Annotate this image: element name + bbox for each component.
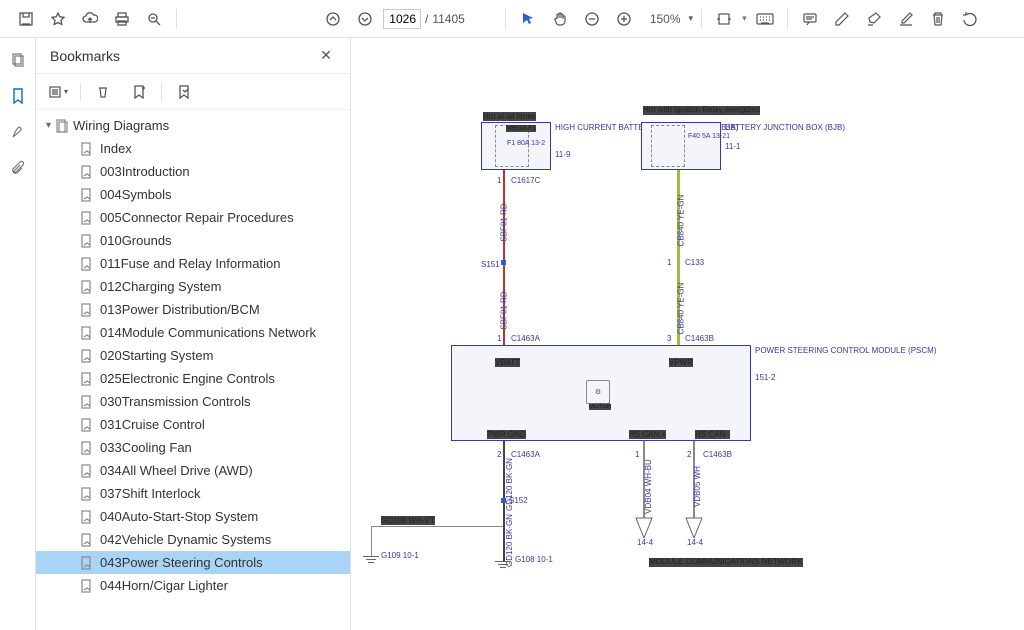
hand-icon[interactable] [546,5,574,33]
trash-icon[interactable] [924,5,952,33]
separator [701,9,702,29]
expand-icon[interactable]: ▾ [44,78,72,106]
cloud-upload-icon[interactable] [76,5,104,33]
bookmark-item[interactable]: 033Cooling Fan [36,436,350,459]
keyboard-icon[interactable] [751,5,779,33]
bookmark-item[interactable]: 043Power Steering Controls [36,551,350,574]
pages-panel-icon[interactable] [8,50,28,70]
sign-icon[interactable] [892,5,920,33]
bookmark-item[interactable]: 040Auto-Start-Stop System [36,505,350,528]
arrow-icon [685,516,703,538]
toolbar: / 11405 150% ▾ ▾ [0,0,1024,38]
comment-icon[interactable] [796,5,824,33]
pencil-icon[interactable] [828,5,856,33]
motor-icon: ⚙ [586,380,610,404]
bookmark-item[interactable]: 044Horn/Cigar Lighter [36,574,350,597]
zoom-in-icon[interactable] [610,5,638,33]
arrow-icon [635,516,653,538]
bookmark-item[interactable]: 037Shift Interlock [36,482,350,505]
annotations-panel-icon[interactable] [8,122,28,142]
bookmark-item[interactable]: 003Introduction [36,160,350,183]
chevron-down-icon[interactable]: ▾ [742,13,747,24]
bookmark-root[interactable]: ▾ Wiring Diagrams [36,114,350,137]
separator [505,9,506,29]
print-icon[interactable] [108,5,136,33]
bookmark-item[interactable]: 005Connector Repair Procedures [36,206,350,229]
left-rail [0,38,36,630]
bookmark-item[interactable]: 010Grounds [36,229,350,252]
bookmark-item[interactable]: 004Symbols [36,183,350,206]
highlight-icon[interactable] [860,5,888,33]
bookmark-item[interactable]: 031Cruise Control [36,413,350,436]
main: Bookmarks ✕ ▾ ▾ Wiring DiagramsIndex003I… [0,38,1024,630]
document-viewer[interactable]: Hot at all times MEGA F1 F1 80A 13-2 HIG… [351,38,1024,630]
pointer-icon[interactable] [514,5,542,33]
page-indicator: / 11405 [383,9,465,29]
bookmark-item[interactable]: 025Electronic Engine Controls [36,367,350,390]
page-up-icon[interactable] [319,5,347,33]
bookmarks-tools: ▾ [36,74,350,110]
bookmark-item[interactable]: Index [36,137,350,160]
bookmark-item[interactable]: 034All Wheel Drive (AWD) [36,459,350,482]
bookmark-item[interactable]: 042Vehicle Dynamic Systems [36,528,350,551]
bookmarks-title: Bookmarks [50,48,120,64]
bookmarks-header: Bookmarks ✕ [36,38,350,74]
bookmarks-panel: Bookmarks ✕ ▾ ▾ Wiring DiagramsIndex003I… [36,38,351,630]
bookmark-item[interactable]: 014Module Communications Network [36,321,350,344]
bookmarks-panel-icon[interactable] [8,86,28,106]
chevron-down-icon: ▾ [689,13,694,24]
bookmark-item[interactable]: 011Fuse and Relay Information [36,252,350,275]
delete-bookmark-icon[interactable] [89,78,117,106]
separator [787,9,788,29]
bookmark-item[interactable]: 030Transmission Controls [36,390,350,413]
page-total: 11405 [432,12,464,26]
fit-width-icon[interactable] [710,5,738,33]
close-icon[interactable]: ✕ [316,46,336,66]
locate-bookmark-icon[interactable] [170,78,198,106]
undo-icon[interactable] [956,5,984,33]
star-icon[interactable] [44,5,72,33]
zoom-mode-icon[interactable] [140,5,168,33]
save-icon[interactable] [12,5,40,33]
bookmark-item[interactable]: 013Power Distribution/BCM [36,298,350,321]
zoom-out-icon[interactable] [578,5,606,33]
bookmark-item[interactable]: 020Starting System [36,344,350,367]
separator [176,9,177,29]
add-bookmark-icon[interactable] [125,78,153,106]
page-down-icon[interactable] [351,5,379,33]
page-input[interactable] [383,9,421,29]
bookmarks-list[interactable]: ▾ Wiring DiagramsIndex003Introduction004… [36,110,350,630]
attachments-panel-icon[interactable] [8,158,28,178]
bookmark-item[interactable]: 012Charging System [36,275,350,298]
wiring-diagram: Hot at all times MEGA F1 F1 80A 13-2 HIG… [481,108,1021,618]
zoom-indicator[interactable]: 150% ▾ [650,12,693,26]
